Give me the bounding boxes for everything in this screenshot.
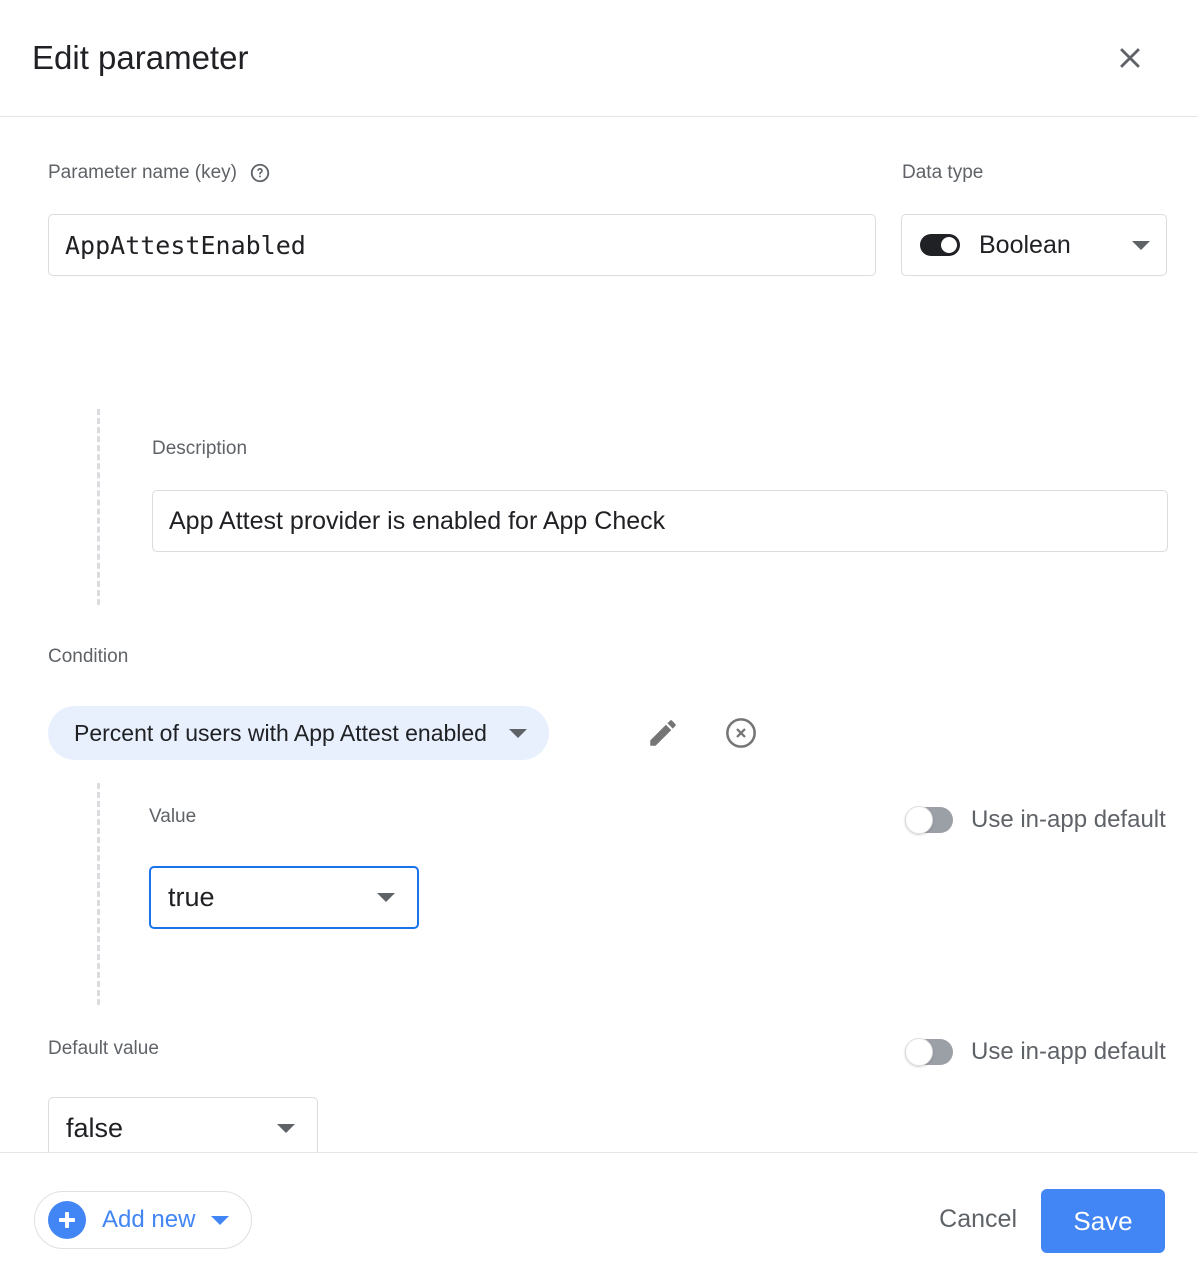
chevron-down-icon	[211, 1215, 230, 1225]
value-label: Value	[149, 806, 197, 827]
value-connector-line	[97, 783, 100, 1005]
value-use-inapp-default-toggle[interactable]	[905, 806, 953, 834]
page-title: Edit parameter	[32, 39, 249, 76]
value-selected: true	[168, 882, 215, 912]
cancel-button[interactable]: Cancel	[927, 1197, 1029, 1242]
data-type-label: Data type	[902, 162, 984, 183]
default-value-label: Default value	[48, 1038, 159, 1059]
add-new-button[interactable]: Add new	[34, 1191, 253, 1249]
parameter-name-label: Parameter name (key)	[48, 162, 238, 183]
description-label: Description	[152, 438, 248, 459]
chevron-down-icon	[1132, 240, 1150, 250]
default-value-select[interactable]: false	[48, 1097, 318, 1152]
description-input[interactable]	[152, 490, 1168, 552]
cancel-circle-icon	[726, 718, 756, 748]
chevron-down-icon	[508, 728, 527, 738]
description-connector-line	[97, 409, 100, 605]
value-use-inapp-default-row: Use in-app default	[905, 806, 1166, 834]
close-button[interactable]	[1108, 36, 1152, 80]
dialog-header: Edit parameter	[0, 0, 1198, 117]
data-type-select[interactable]: Boolean	[901, 214, 1167, 276]
save-button[interactable]: Save	[1041, 1189, 1165, 1253]
default-use-inapp-default-label: Use in-app default	[971, 1038, 1166, 1065]
chevron-down-icon	[277, 1124, 295, 1133]
value-select[interactable]: true	[149, 866, 419, 929]
plus-circle-icon	[48, 1201, 86, 1239]
close-icon	[1120, 48, 1140, 68]
pencil-icon	[650, 720, 676, 746]
dialog-footer: Add new Cancel Save	[0, 1152, 1198, 1286]
edit-parameter-dialog: Edit parameter Parameter name (key) Data…	[0, 0, 1198, 1286]
value-use-inapp-default-label: Use in-app default	[971, 806, 1166, 833]
parameter-name-label-group: Parameter name (key)	[48, 161, 271, 185]
condition-chip-label: Percent of users with App Attest enabled	[74, 719, 487, 746]
boolean-toggle-icon	[920, 234, 960, 256]
chevron-down-icon	[377, 893, 395, 902]
remove-condition-button[interactable]	[717, 709, 765, 757]
add-new-label: Add new	[102, 1206, 196, 1233]
condition-label: Condition	[48, 646, 129, 667]
default-use-inapp-default-toggle[interactable]	[905, 1038, 953, 1066]
data-type-value: Boolean	[979, 230, 1071, 259]
default-value-selected: false	[66, 1113, 124, 1143]
parameter-name-input[interactable]	[48, 214, 876, 276]
condition-chip-select[interactable]: Percent of users with App Attest enabled	[48, 706, 549, 760]
default-use-inapp-default-row: Use in-app default	[905, 1038, 1166, 1066]
dialog-body: Parameter name (key) Data type Boolean D…	[0, 117, 1198, 1152]
help-circle-icon[interactable]	[249, 162, 271, 184]
edit-condition-button[interactable]	[639, 709, 687, 757]
